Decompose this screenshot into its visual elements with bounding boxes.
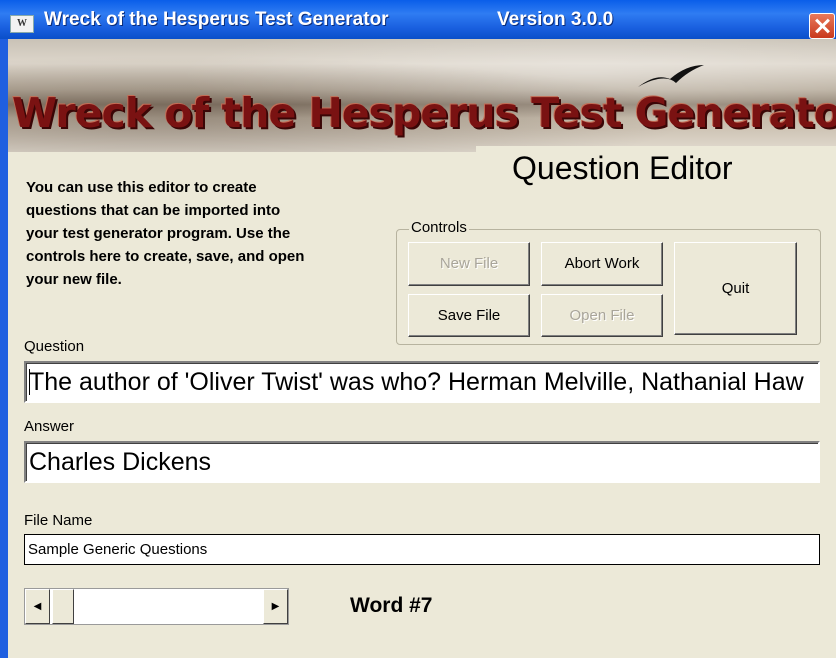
question-label: Question <box>24 338 85 355</box>
new-file-label: New File <box>439 255 499 272</box>
scroll-right-icon[interactable]: ▶ <box>263 589 288 624</box>
abort-work-label: Abort Work <box>564 255 640 272</box>
word-scrollbar[interactable]: ◀ ▶ <box>24 588 289 625</box>
answer-value: Charles Dickens <box>29 448 212 476</box>
save-file-button[interactable]: Save File <box>408 294 530 337</box>
question-value: The author of 'Oliver Twist' was who? He… <box>29 368 804 396</box>
question-input[interactable]: The author of 'Oliver Twist' was who? He… <box>24 361 820 403</box>
file-name-label: File Name <box>24 512 93 529</box>
title-bar[interactable]: W Wreck of the Hesperus Test Generator V… <box>0 0 836 39</box>
banner-image: Wreck of the Hesperus Test Generator <box>8 39 836 152</box>
answer-label: Answer <box>24 418 75 435</box>
window-border <box>0 39 8 658</box>
abort-work-button[interactable]: Abort Work <box>541 242 663 286</box>
window-version: Version 3.0.0 <box>497 9 614 30</box>
controls-group-label: Controls <box>409 219 469 236</box>
word-counter: Word #7 <box>350 594 433 617</box>
close-icon[interactable] <box>809 13 835 39</box>
banner-title: Wreck of the Hesperus Test Generator <box>12 89 836 137</box>
quit-button[interactable]: Quit <box>674 242 797 335</box>
intro-text: You can use this editor to create questi… <box>26 179 305 288</box>
new-file-button[interactable]: New File <box>408 242 530 286</box>
answer-input[interactable]: Charles Dickens <box>24 441 820 483</box>
scroll-left-icon[interactable]: ◀ <box>25 589 50 624</box>
open-file-button[interactable]: Open File <box>541 294 663 337</box>
file-name-value: Sample Generic Questions <box>28 541 208 558</box>
open-file-label: Open File <box>569 307 635 324</box>
text-caret <box>29 369 30 395</box>
seagull-icon <box>638 65 704 87</box>
scroll-thumb[interactable] <box>52 589 74 624</box>
quit-label: Quit <box>721 280 750 297</box>
window-title: Wreck of the Hesperus Test Generator <box>44 9 389 30</box>
page-title: Question Editor <box>512 150 733 186</box>
file-name-input[interactable]: Sample Generic Questions <box>24 534 820 565</box>
save-file-label: Save File <box>437 307 501 324</box>
app-icon: W <box>10 15 34 33</box>
